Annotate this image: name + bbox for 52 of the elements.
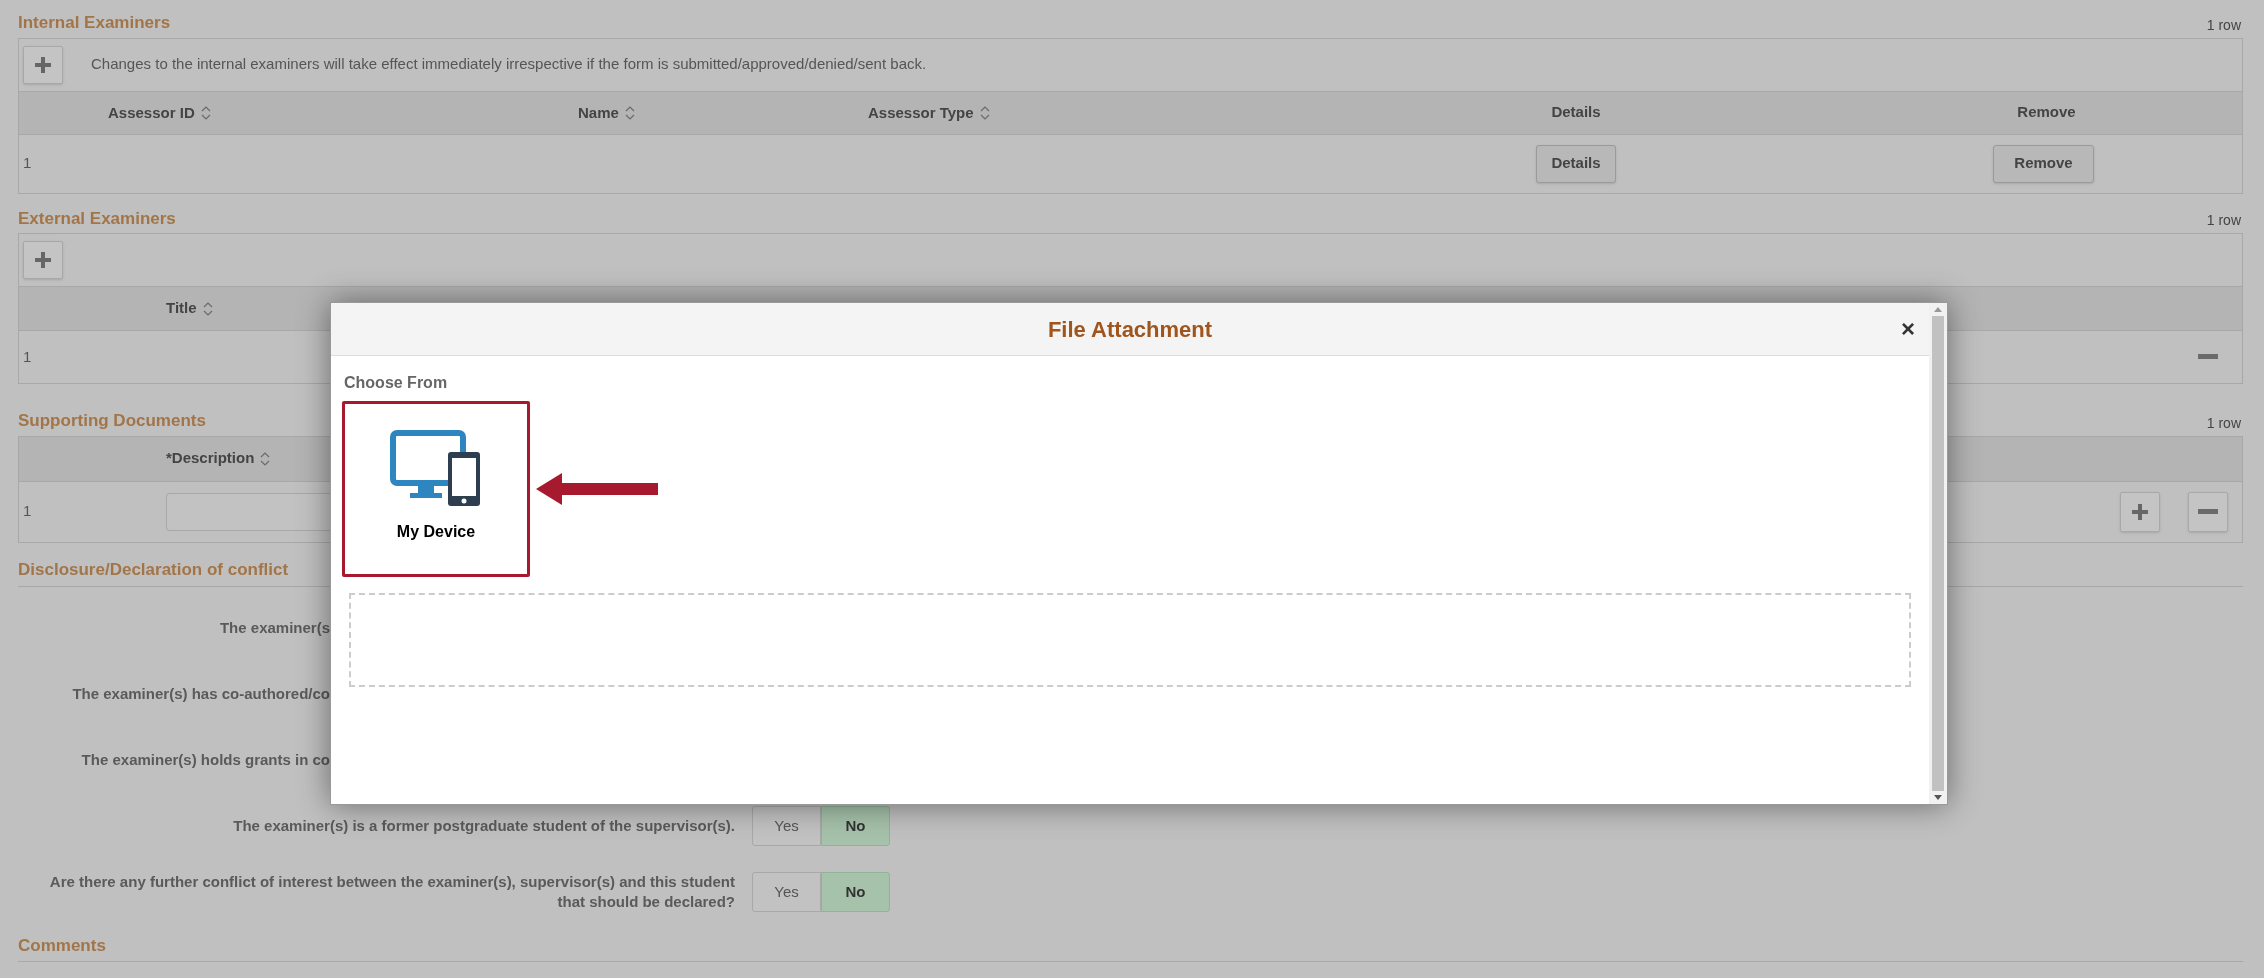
- scroll-down-icon[interactable]: [1934, 795, 1942, 800]
- row-count: 1 row: [2206, 413, 2241, 433]
- sort-icon: [624, 105, 635, 120]
- source-tile[interactable]: My Device: [342, 401, 530, 577]
- column-header[interactable]: Assessor Type: [868, 101, 990, 124]
- scroll-up-icon[interactable]: [1934, 307, 1942, 312]
- column-header[interactable]: *Description: [166, 447, 271, 470]
- column-header: Remove: [2017, 102, 2076, 123]
- row-number: 1: [23, 501, 33, 522]
- question-label: The examiner(s: [219, 617, 330, 638]
- minus-icon: [2198, 354, 2218, 360]
- close-button[interactable]: ×: [1901, 317, 1915, 341]
- remove-button[interactable]: Remove: [1993, 144, 2094, 183]
- toggle-option[interactable]: Yes: [752, 872, 821, 912]
- sort-icon: [260, 451, 271, 466]
- toggle-option[interactable]: No: [821, 872, 890, 912]
- section-title: External Examiners: [18, 207, 176, 230]
- row-count: 1 row: [2206, 211, 2241, 230]
- question-label: Are there any further conflict of interest between the examiner(s), supervisor(s) and this student that should be declared?: [48, 872, 735, 912]
- section-title: Internal Examiners: [18, 12, 171, 34]
- add-row-button[interactable]: [23, 241, 63, 279]
- dialog-title: File Attachment: [1047, 315, 1213, 344]
- row-count: 1 row: [2206, 15, 2241, 35]
- plus-icon: [34, 55, 52, 74]
- section-title: Disclosure/Declaration of conflict: [18, 558, 289, 581]
- add-row-button[interactable]: [23, 45, 63, 84]
- question-label: The examiner(s) holds grants in co: [81, 749, 330, 770]
- column-header[interactable]: Name: [578, 101, 635, 124]
- sort-icon: [979, 105, 990, 120]
- sort-icon: [200, 105, 211, 120]
- monitor-and-phone-icon: [390, 430, 482, 506]
- delete-row-button[interactable]: [2188, 491, 2228, 532]
- toggle-option[interactable]: No: [821, 806, 890, 846]
- toggle-option[interactable]: Yes: [752, 806, 821, 846]
- minus-icon: [2198, 508, 2218, 515]
- question-label: The examiner(s) has co-authored/co: [72, 683, 330, 704]
- plus-icon: [2131, 502, 2149, 521]
- add-row-button[interactable]: [2120, 491, 2160, 532]
- section-title: Supporting Documents: [18, 410, 206, 432]
- column-header[interactable]: Title: [166, 297, 213, 320]
- row-number: 1: [22, 153, 33, 174]
- column-header: Details: [1551, 102, 1601, 123]
- section-title: Comments: [18, 935, 106, 957]
- column-header[interactable]: Assessor ID: [108, 101, 211, 124]
- scrollbar[interactable]: [1929, 303, 1947, 804]
- plus-icon: [34, 251, 52, 269]
- row-number: 1: [23, 346, 32, 367]
- info-note: Changes to the internal examiners will take effect immediately irrespective if the form is submitted/approved/denied/sent back.: [91, 54, 927, 75]
- question-label: The examiner(s) is a former postgraduate student of the supervisor(s).: [232, 816, 735, 836]
- details-button[interactable]: Details: [1536, 144, 1616, 183]
- choose-from-label: Choose From: [344, 373, 449, 393]
- sort-icon: [202, 301, 213, 316]
